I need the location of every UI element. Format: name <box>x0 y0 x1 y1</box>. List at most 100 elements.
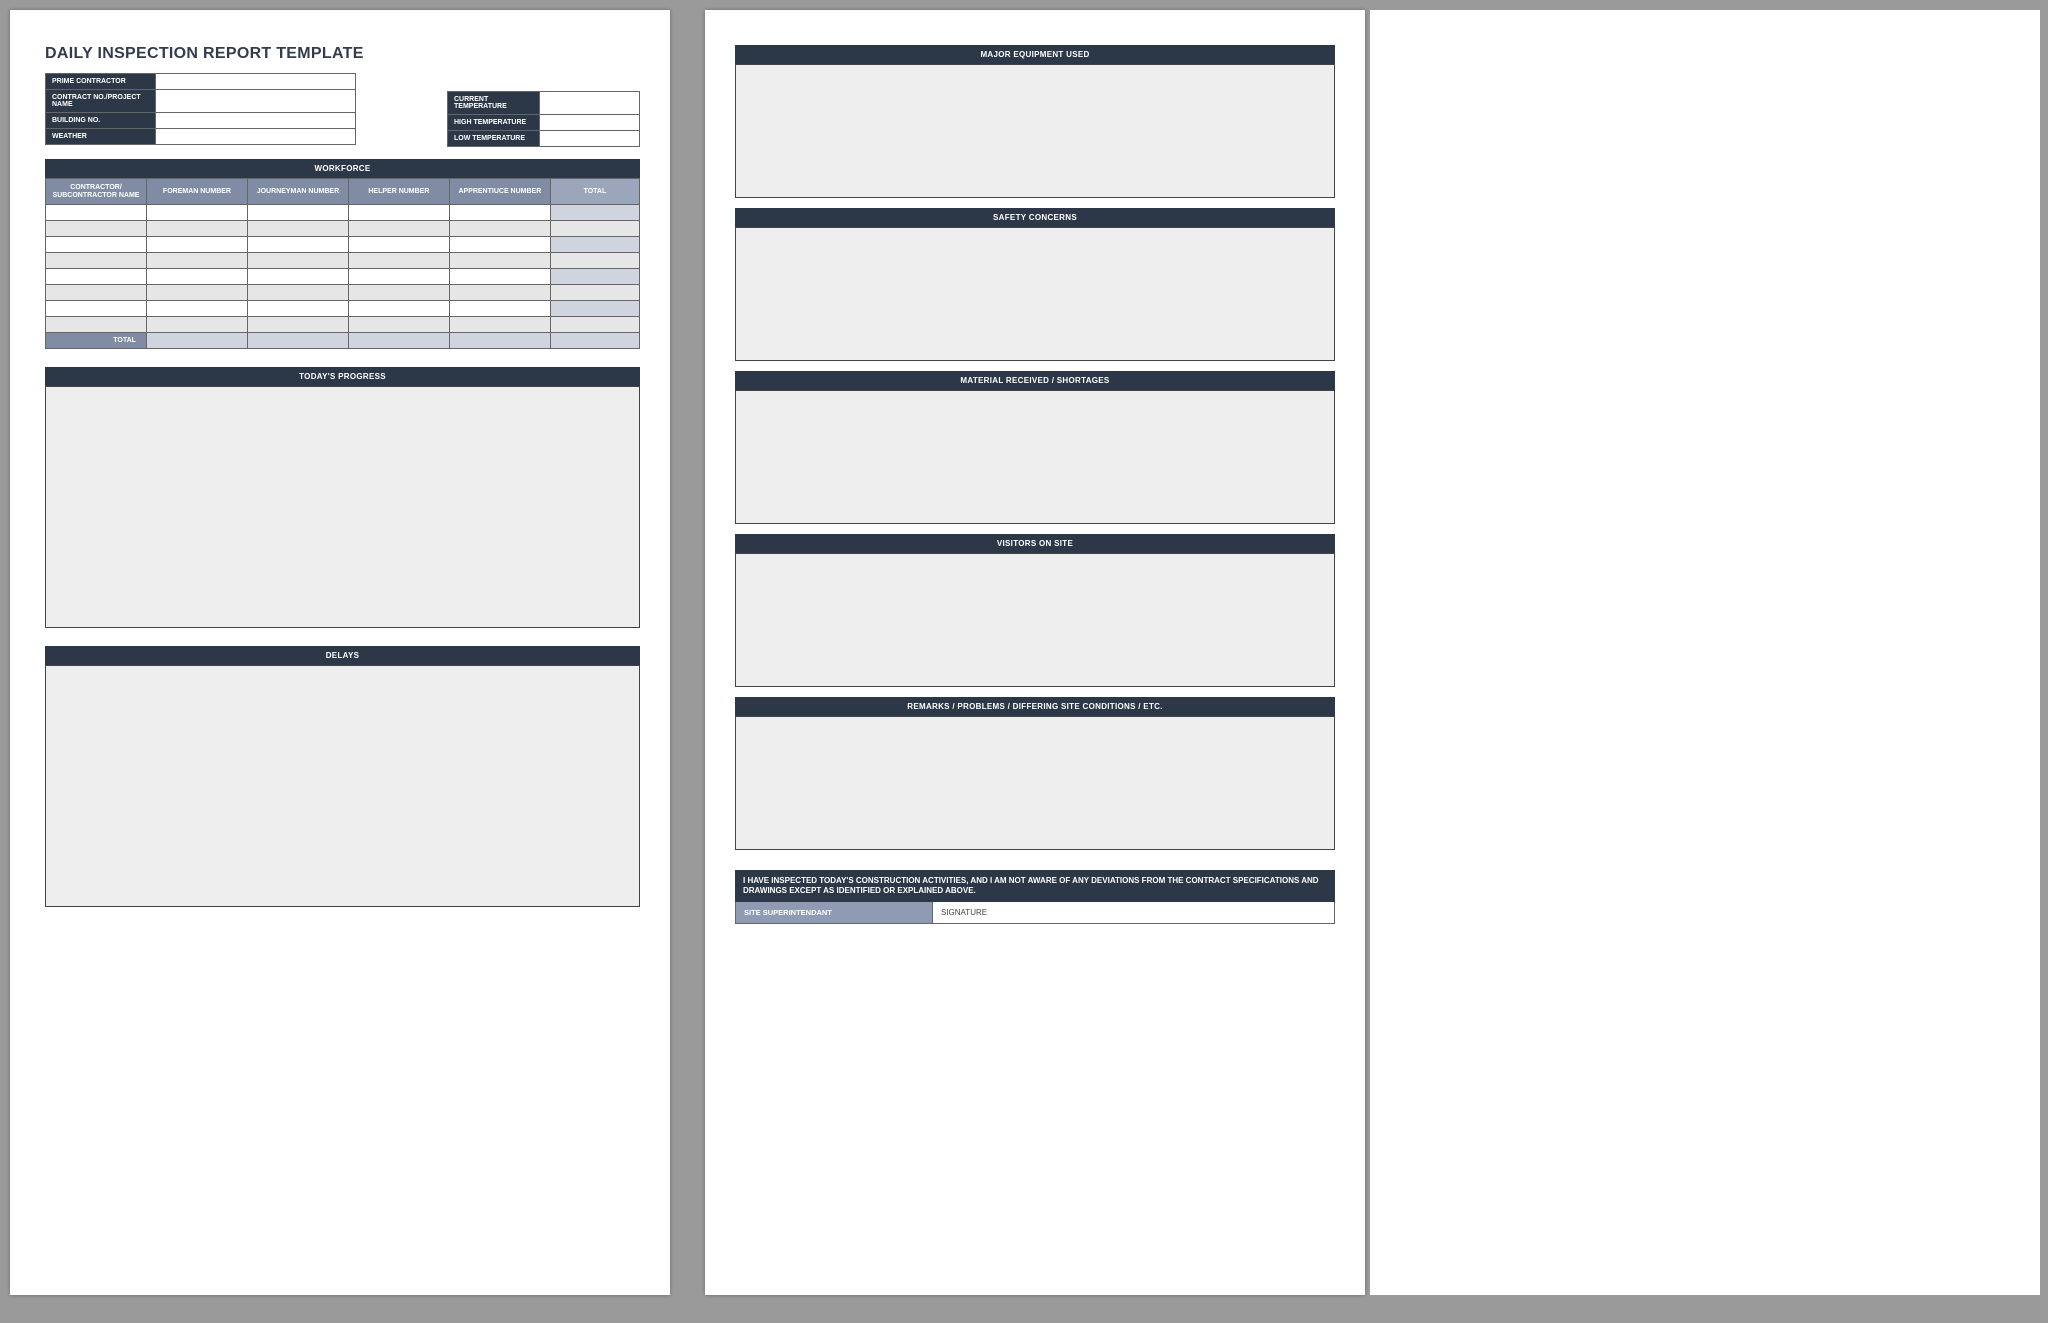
table-cell[interactable] <box>449 221 550 237</box>
workforce-total-row: TOTAL <box>46 333 640 349</box>
input-high-temp[interactable] <box>540 115 640 131</box>
table-cell[interactable] <box>550 301 639 317</box>
equipment-textarea[interactable] <box>735 64 1335 198</box>
workforce-total-apprentice[interactable] <box>449 333 550 349</box>
table-cell[interactable] <box>550 285 639 301</box>
document-canvas: DAILY INSPECTION REPORT TEMPLATE PRIME C… <box>0 0 2048 1323</box>
table-cell[interactable] <box>247 221 348 237</box>
table-cell[interactable] <box>348 237 449 253</box>
table-cell[interactable] <box>247 205 348 221</box>
table-cell[interactable] <box>247 317 348 333</box>
table-cell[interactable] <box>449 205 550 221</box>
visitors-header: VISITORS ON SITE <box>735 534 1335 553</box>
table-row <box>46 205 640 221</box>
workforce-section: WORKFORCE CONTRACTOR/ SUBCONTRACTOR NAME… <box>45 159 640 349</box>
materials-header: MATERIAL RECEIVED / SHORTAGES <box>735 371 1335 390</box>
page-overflow-blank <box>1370 10 2040 1295</box>
table-cell[interactable] <box>550 221 639 237</box>
label-current-temp: CURRENT TEMPERATURE <box>448 92 540 115</box>
input-current-temp[interactable] <box>540 92 640 115</box>
col-helper: HELPER NUMBER <box>348 179 449 205</box>
table-row <box>46 237 640 253</box>
table-cell[interactable] <box>247 301 348 317</box>
safety-textarea[interactable] <box>735 227 1335 361</box>
table-cell[interactable] <box>247 285 348 301</box>
input-low-temp[interactable] <box>540 131 640 147</box>
input-building-no[interactable] <box>156 113 356 129</box>
workforce-total-foreman[interactable] <box>146 333 247 349</box>
workforce-total-journeyman[interactable] <box>247 333 348 349</box>
workforce-header: WORKFORCE <box>45 159 640 178</box>
visitors-textarea[interactable] <box>735 553 1335 687</box>
table-cell[interactable] <box>449 253 550 269</box>
table-cell[interactable] <box>247 269 348 285</box>
table-cell[interactable] <box>146 285 247 301</box>
table-row <box>46 285 640 301</box>
table-cell[interactable] <box>348 221 449 237</box>
page-2: MAJOR EQUIPMENT USED SAFETY CONCERNS MAT… <box>705 10 1365 1295</box>
label-low-temp: LOW TEMPERATURE <box>448 131 540 147</box>
table-cell[interactable] <box>46 269 147 285</box>
progress-section: TODAY'S PROGRESS <box>45 367 640 628</box>
table-cell[interactable] <box>146 221 247 237</box>
table-cell[interactable] <box>146 269 247 285</box>
table-cell[interactable] <box>146 205 247 221</box>
table-cell[interactable] <box>46 253 147 269</box>
visitors-section: VISITORS ON SITE <box>735 534 1335 687</box>
contractor-info-table: PRIME CONTRACTOR CONTRACT NO./PROJECT NA… <box>45 73 356 145</box>
table-cell[interactable] <box>46 237 147 253</box>
table-cell[interactable] <box>146 253 247 269</box>
table-cell[interactable] <box>550 253 639 269</box>
safety-header: SAFETY CONCERNS <box>735 208 1335 227</box>
table-cell[interactable] <box>146 317 247 333</box>
workforce-total-helper[interactable] <box>348 333 449 349</box>
table-cell[interactable] <box>550 269 639 285</box>
workforce-total-label: TOTAL <box>46 333 147 349</box>
table-cell[interactable] <box>146 301 247 317</box>
temperature-table: CURRENT TEMPERATURE HIGH TEMPERATURE LOW… <box>447 91 640 147</box>
table-cell[interactable] <box>550 205 639 221</box>
table-cell[interactable] <box>550 317 639 333</box>
safety-section: SAFETY CONCERNS <box>735 208 1335 361</box>
table-cell[interactable] <box>348 269 449 285</box>
table-cell[interactable] <box>46 301 147 317</box>
materials-section: MATERIAL RECEIVED / SHORTAGES <box>735 371 1335 524</box>
workforce-columns: CONTRACTOR/ SUBCONTRACTOR NAME FOREMAN N… <box>46 179 640 205</box>
table-cell[interactable] <box>348 301 449 317</box>
remarks-textarea[interactable] <box>735 716 1335 850</box>
table-cell[interactable] <box>46 221 147 237</box>
table-cell[interactable] <box>449 237 550 253</box>
materials-textarea[interactable] <box>735 390 1335 524</box>
col-total: TOTAL <box>550 179 639 205</box>
page-title: DAILY INSPECTION REPORT TEMPLATE <box>45 45 640 63</box>
table-cell[interactable] <box>46 205 147 221</box>
workforce-total-total[interactable] <box>550 333 639 349</box>
table-cell[interactable] <box>348 253 449 269</box>
table-cell[interactable] <box>449 269 550 285</box>
label-weather: WEATHER <box>46 129 156 145</box>
table-cell[interactable] <box>348 205 449 221</box>
input-contract-project[interactable] <box>156 90 356 113</box>
table-row <box>46 253 640 269</box>
table-cell[interactable] <box>449 301 550 317</box>
workforce-table: CONTRACTOR/ SUBCONTRACTOR NAME FOREMAN N… <box>45 178 640 349</box>
remarks-header: REMARKS / PROBLEMS / DIFFERING SITE COND… <box>735 697 1335 716</box>
progress-textarea[interactable] <box>45 386 640 628</box>
table-cell[interactable] <box>247 253 348 269</box>
signature-field-label[interactable]: SIGNATURE <box>933 902 1335 924</box>
table-cell[interactable] <box>46 285 147 301</box>
input-prime-contractor[interactable] <box>156 74 356 90</box>
table-cell[interactable] <box>348 285 449 301</box>
col-journeyman: JOURNEYMAN NUMBER <box>247 179 348 205</box>
table-cell[interactable] <box>46 317 147 333</box>
table-cell[interactable] <box>146 237 247 253</box>
label-building-no: BUILDING NO. <box>46 113 156 129</box>
table-cell[interactable] <box>449 317 550 333</box>
table-cell[interactable] <box>247 237 348 253</box>
table-cell[interactable] <box>449 285 550 301</box>
equipment-section: MAJOR EQUIPMENT USED <box>735 45 1335 198</box>
input-weather[interactable] <box>156 129 356 145</box>
delays-textarea[interactable] <box>45 665 640 907</box>
table-cell[interactable] <box>550 237 639 253</box>
table-cell[interactable] <box>348 317 449 333</box>
